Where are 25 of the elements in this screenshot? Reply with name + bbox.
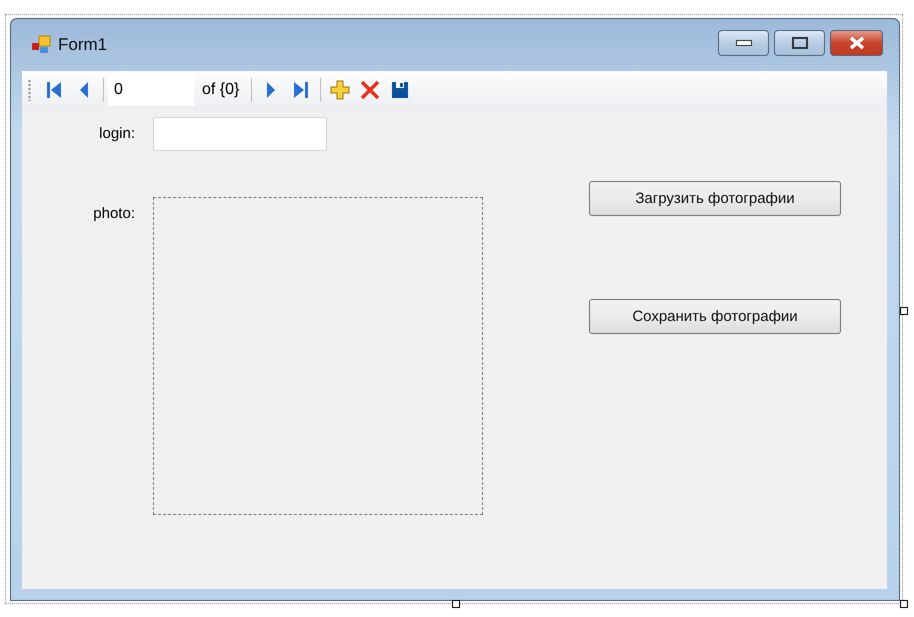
photo-action-button[interactable]: Сохранить фотографии bbox=[589, 299, 841, 334]
minimize-icon bbox=[736, 40, 752, 46]
close-icon bbox=[848, 36, 864, 50]
next-record-icon bbox=[266, 81, 276, 99]
field-label: login: bbox=[99, 125, 135, 144]
first-record-icon bbox=[46, 81, 62, 99]
count-label: of {0} bbox=[201, 81, 240, 99]
close-button[interactable] bbox=[830, 30, 883, 56]
previous-record-icon bbox=[79, 81, 89, 99]
delete-icon bbox=[360, 80, 380, 100]
position-field[interactable]: 0 bbox=[108, 74, 194, 106]
form-icon bbox=[30, 35, 52, 55]
resize-handle[interactable] bbox=[900, 307, 908, 315]
window-title: Form1 bbox=[58, 35, 108, 55]
photo-action-button[interactable]: Загрузить фотографии bbox=[589, 181, 841, 216]
minimize-button[interactable] bbox=[718, 30, 769, 56]
maximize-button[interactable] bbox=[774, 30, 825, 56]
maximize-icon bbox=[792, 37, 808, 49]
resize-handle[interactable] bbox=[452, 600, 460, 608]
last-record-icon bbox=[293, 81, 310, 99]
resize-handle[interactable] bbox=[900, 600, 908, 608]
field-label: photo: bbox=[93, 205, 135, 224]
plus-icon bbox=[330, 80, 350, 100]
login-field[interactable] bbox=[153, 117, 327, 151]
save-icon bbox=[391, 81, 410, 99]
